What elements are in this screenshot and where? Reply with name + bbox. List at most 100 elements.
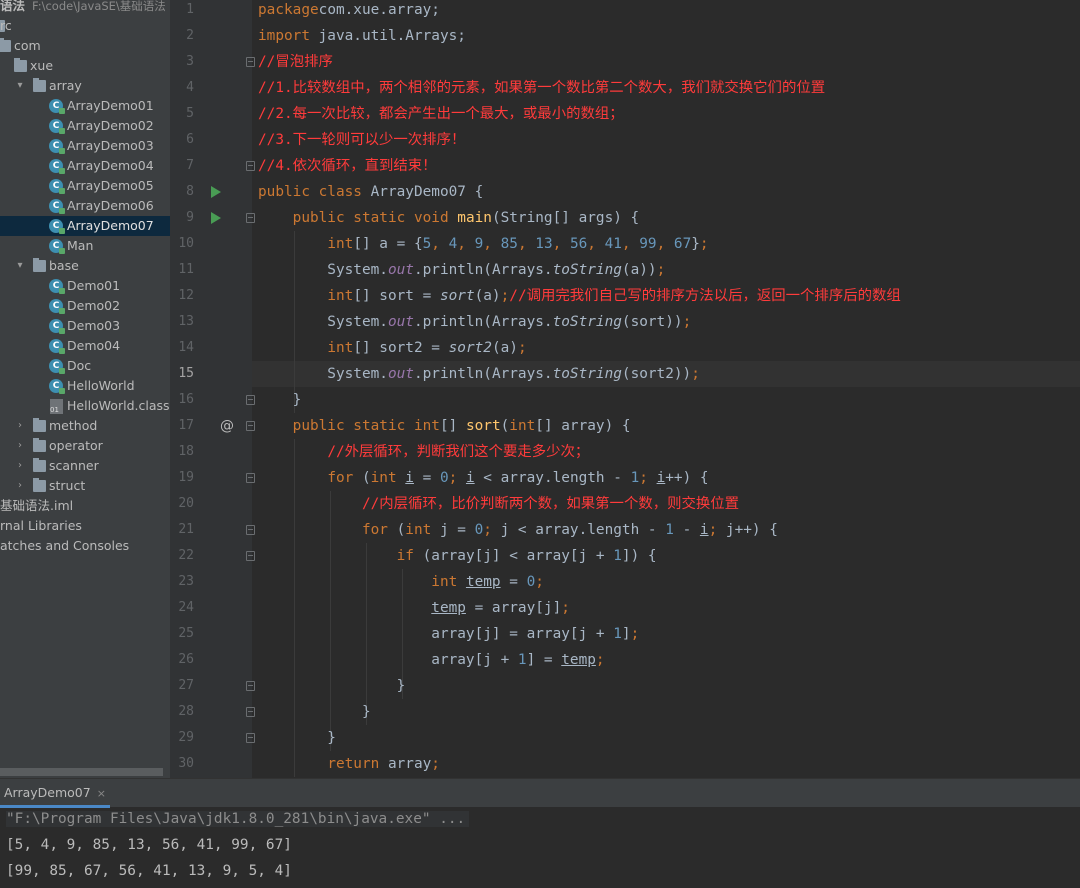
code-line[interactable]: array[j + 1] = temp;: [258, 647, 604, 673]
tree-item[interactable]: atches and Consoles: [0, 536, 170, 556]
chevron-down-icon[interactable]: ▾: [14, 256, 26, 276]
code-line[interactable]: int temp = 0;: [258, 569, 544, 595]
code-line[interactable]: array[j] = array[j + 1];: [258, 621, 639, 647]
code-token: (a): [474, 288, 501, 304]
code-line[interactable]: }: [258, 673, 406, 699]
console-command[interactable]: "F:\Program Files\Java\jdk1.8.0_281\bin\…: [6, 811, 470, 827]
fold-icon[interactable]: [246, 551, 255, 561]
line-number: 27: [178, 678, 194, 693]
fold-icon[interactable]: [246, 733, 255, 743]
code-token: for: [361, 522, 397, 538]
tree-item[interactable]: › method: [0, 416, 170, 436]
code-line[interactable]: //4.依次循环，直到结束！: [258, 153, 437, 179]
code-token: i: [656, 470, 666, 486]
tree-item[interactable]: ▾ array: [0, 76, 170, 96]
chevron-right-icon[interactable]: ›: [14, 456, 26, 476]
chevron-right-icon[interactable]: ›: [14, 436, 26, 456]
tree-item[interactable]: C ArrayDemo01: [0, 96, 170, 116]
tree-item[interactable]: C ArrayDemo03: [0, 136, 170, 156]
chevron-right-icon[interactable]: ›: [14, 416, 26, 436]
tree-item[interactable]: › struct: [0, 476, 170, 496]
code-token: ;: [448, 470, 466, 486]
tree-item[interactable]: C HelloWorld: [0, 376, 170, 396]
code-line[interactable]: if (array[j] < array[j + 1]) {: [258, 543, 657, 569]
tree-item[interactable]: › operator: [0, 436, 170, 456]
tree-item[interactable]: › scanner: [0, 456, 170, 476]
code-line[interactable]: for (int j = 0; j < array.length - 1 - i…: [258, 517, 778, 543]
fold-icon[interactable]: [246, 525, 255, 535]
tree-item[interactable]: C ArrayDemo02: [0, 116, 170, 136]
run-icon[interactable]: [211, 186, 221, 198]
code-token: (: [361, 470, 371, 486]
code-line[interactable]: //2.每一次比较，都会产生出一个最大，或最小的数组；: [258, 101, 624, 127]
code-line[interactable]: int[] sort2 = sort2(a);: [258, 335, 526, 361]
code-token: i: [405, 470, 414, 486]
tree-item[interactable]: C Demo04: [0, 336, 170, 356]
tree-item[interactable]: C ArrayDemo06: [0, 196, 170, 216]
code-token: public class: [258, 184, 371, 200]
code-line[interactable]: //内层循环，比价判断两个数，如果第一个数，则交换位置: [258, 491, 739, 517]
code-token: temp: [431, 600, 466, 616]
tree-item[interactable]: 01 HelloWorld.class: [0, 396, 170, 416]
code-line[interactable]: int[] sort = sort(a);//调用完我们自己写的排序方法以后，返…: [258, 283, 900, 309]
chevron-right-icon[interactable]: ›: [14, 476, 26, 496]
fold-icon[interactable]: [246, 395, 255, 405]
code-line[interactable]: public static int[] sort(int[] array) {: [258, 413, 631, 439]
code-line[interactable]: System.out.println(Arrays.toString(a));: [258, 257, 665, 283]
fold-icon[interactable]: [246, 213, 255, 223]
code-token: (sort2)): [621, 366, 692, 382]
run-tab[interactable]: ArrayDemo07 ×: [0, 779, 110, 808]
code-line[interactable]: temp = array[j];: [258, 595, 570, 621]
tree-item[interactable]: rnal Libraries: [0, 516, 170, 536]
code-token: int: [327, 288, 354, 304]
tree-item[interactable]: ▾com: [0, 36, 170, 56]
code-line[interactable]: }: [258, 387, 302, 413]
code-line[interactable]: }: [258, 725, 336, 751]
fold-icon[interactable]: [246, 473, 255, 483]
override-marker-icon[interactable]: @: [220, 413, 234, 439]
code-line[interactable]: System.out.println(Arrays.toString(sort)…: [258, 309, 691, 335]
tree-item[interactable]: 基础语法.iml: [0, 496, 170, 516]
tree-item[interactable]: ▾xue: [0, 56, 170, 76]
tree-item[interactable]: C Demo01: [0, 276, 170, 296]
close-icon[interactable]: ×: [97, 787, 106, 800]
fold-icon[interactable]: [246, 707, 255, 717]
fold-icon[interactable]: [246, 57, 255, 67]
code-line[interactable]: //外层循环，判断我们这个要走多少次；: [258, 439, 589, 465]
tree-item[interactable]: C ArrayDemo07: [0, 216, 170, 236]
code-line[interactable]: public static void main(String[] args) {: [258, 205, 640, 231]
fold-icon[interactable]: [246, 421, 255, 431]
line-number: 24: [178, 600, 194, 615]
run-icon[interactable]: [211, 212, 221, 224]
code-token: //2.每一次比较，都会产生出一个最大，或最小的数组；: [258, 106, 624, 122]
code-line[interactable]: for (int i = 0; i < array.length - 1; i+…: [258, 465, 708, 491]
fold-icon[interactable]: [246, 161, 255, 171]
tree-item[interactable]: C Demo03: [0, 316, 170, 336]
code-line[interactable]: System.out.println(Arrays.toString(sort2…: [258, 361, 700, 387]
code-token: 85: [500, 236, 518, 252]
tree-item[interactable]: C Man: [0, 236, 170, 256]
code-line[interactable]: int[] a = {5, 4, 9, 85, 13, 56, 41, 99, …: [258, 231, 708, 257]
code-line[interactable]: //1.比较数组中，两个相邻的元素，如果第一个数比第二个数大，我们就交换它们的位…: [258, 75, 825, 101]
code-token: ] =: [526, 652, 562, 668]
tree-item[interactable]: C ArrayDemo05: [0, 176, 170, 196]
code-line[interactable]: //3.下一轮则可以少一次排序！: [258, 127, 465, 153]
tree-item[interactable]: C ArrayDemo04: [0, 156, 170, 176]
code-token: temp: [465, 574, 501, 590]
code-line[interactable]: import java.util.Arrays;: [258, 23, 466, 49]
code-token: 0: [526, 574, 536, 590]
code-line[interactable]: public class ArrayDemo07 {: [258, 179, 483, 205]
tree-item[interactable]: C Doc: [0, 356, 170, 376]
tree-scrollbar[interactable]: [0, 768, 163, 776]
fold-icon[interactable]: [246, 681, 255, 691]
code-line[interactable]: //冒泡排序: [258, 49, 333, 75]
chevron-down-icon[interactable]: ▾: [14, 76, 26, 96]
tree-item[interactable]: C Demo02: [0, 296, 170, 316]
tree-item[interactable]: rc: [0, 16, 170, 36]
code-line[interactable]: }: [258, 699, 371, 725]
code-line[interactable]: packagecom.xue.array;: [258, 0, 440, 23]
tree-item[interactable]: ▾ base: [0, 256, 170, 276]
code-token: //内层循环，比价判断两个数，如果第一个数，则交换位置: [361, 496, 740, 512]
code-token: 1: [613, 626, 622, 642]
code-line[interactable]: return array;: [258, 751, 440, 777]
